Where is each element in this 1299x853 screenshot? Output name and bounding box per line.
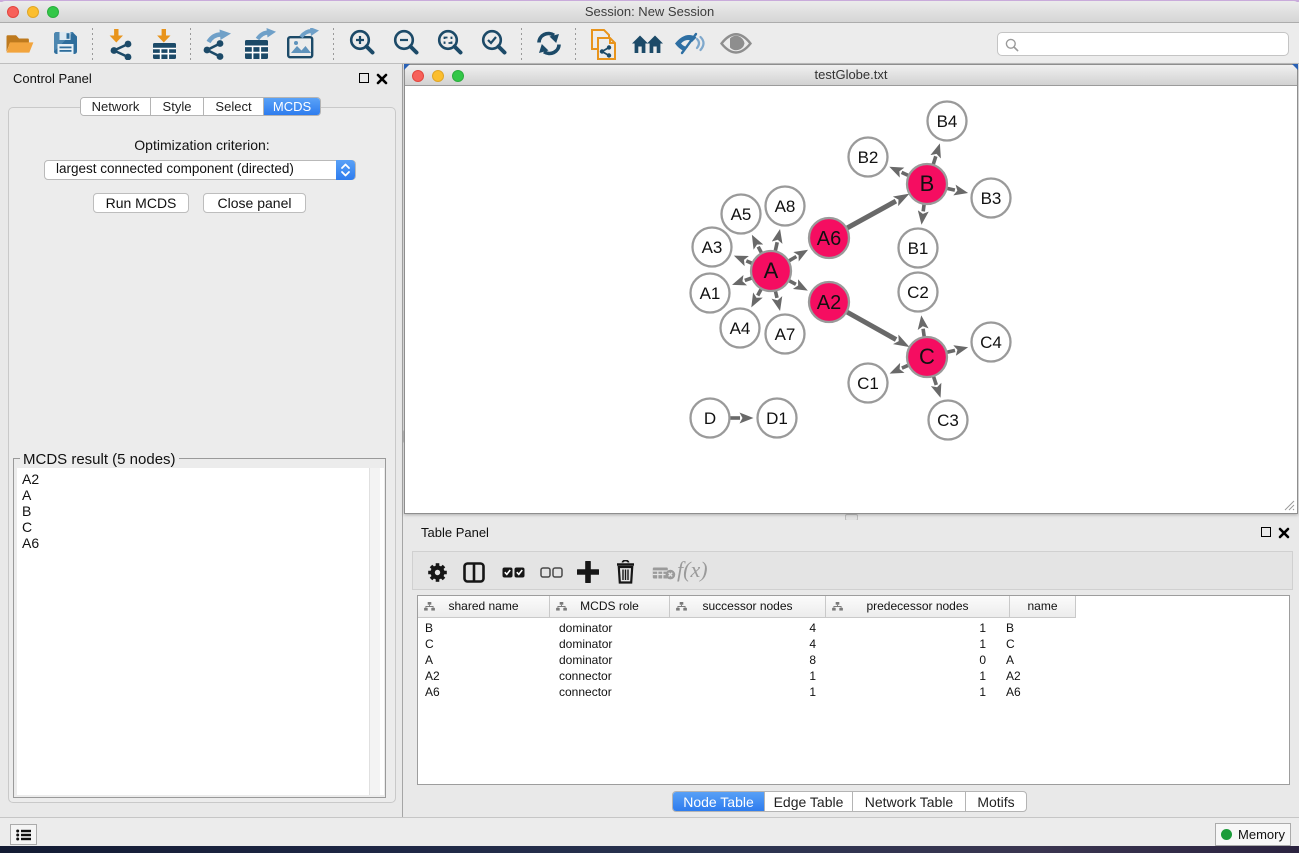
svg-text:A: A: [764, 258, 779, 283]
svg-text:A1: A1: [700, 284, 721, 303]
svg-text:C: C: [919, 344, 935, 369]
svg-text:A8: A8: [775, 197, 796, 216]
svg-text:B2: B2: [858, 148, 879, 167]
svg-text:B: B: [920, 171, 935, 196]
svg-text:C3: C3: [937, 411, 959, 430]
svg-text:A2: A2: [817, 292, 841, 314]
svg-text:A4: A4: [730, 319, 751, 338]
svg-text:B3: B3: [981, 189, 1002, 208]
svg-text:B1: B1: [908, 239, 929, 258]
svg-text:A5: A5: [731, 205, 752, 224]
svg-text:C2: C2: [907, 283, 929, 302]
svg-text:A6: A6: [817, 228, 841, 250]
svg-text:D: D: [704, 409, 716, 428]
svg-text:A3: A3: [702, 238, 723, 257]
svg-text:C1: C1: [857, 374, 879, 393]
svg-text:C4: C4: [980, 333, 1002, 352]
svg-text:B4: B4: [937, 112, 958, 131]
svg-text:D1: D1: [766, 409, 788, 428]
svg-text:A7: A7: [775, 325, 796, 344]
